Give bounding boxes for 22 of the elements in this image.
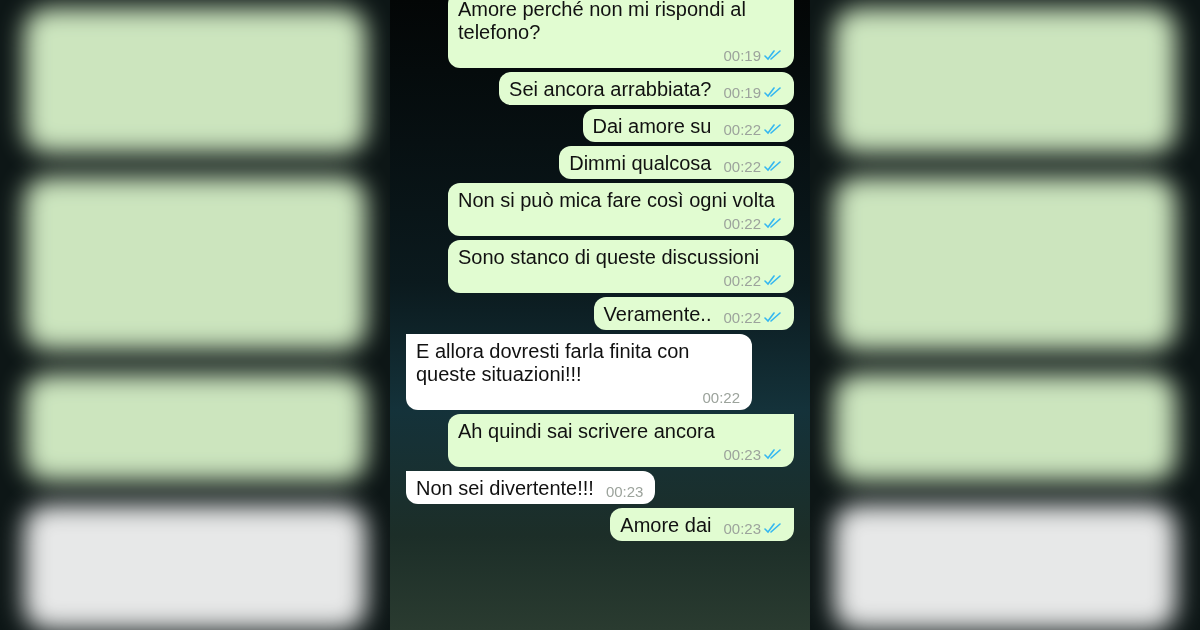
message-text: Dimmi qualcosa (569, 152, 712, 175)
message-time: 00:22 (723, 122, 761, 138)
message-text: Amore dai (620, 514, 712, 537)
message-text: Amore perché non mi rispondi al telefono? (458, 0, 747, 44)
message-time: 00:19 (723, 48, 761, 64)
message-text: Sono stanco di queste discussioni (458, 246, 760, 269)
message-text: Dai amore su (592, 115, 712, 138)
message-time: 00:22 (723, 273, 761, 289)
message-time: 00:22 (723, 216, 761, 232)
message-time: 00:22 (723, 159, 761, 175)
message-time: 00:22 (723, 310, 761, 326)
message-time: 00:23 (605, 484, 644, 500)
message-text: Veramente.. (603, 303, 712, 326)
message-time: 00:19 (723, 85, 761, 101)
message-time: 00:22 (702, 390, 740, 406)
message-text: Ah quindi sai scrivere ancora (458, 420, 715, 443)
message-time: 00:23 (723, 521, 761, 537)
message-text: E allora dovresti farla finita con queste situazioni!!! (416, 340, 691, 386)
message-text: Non si può mica fare così ogni volta (458, 189, 775, 212)
message-text: Non sei divertente!!! (416, 477, 594, 500)
message-time: 00:23 (723, 447, 761, 463)
message-text: Sei ancora arrabbiata? (509, 78, 712, 101)
